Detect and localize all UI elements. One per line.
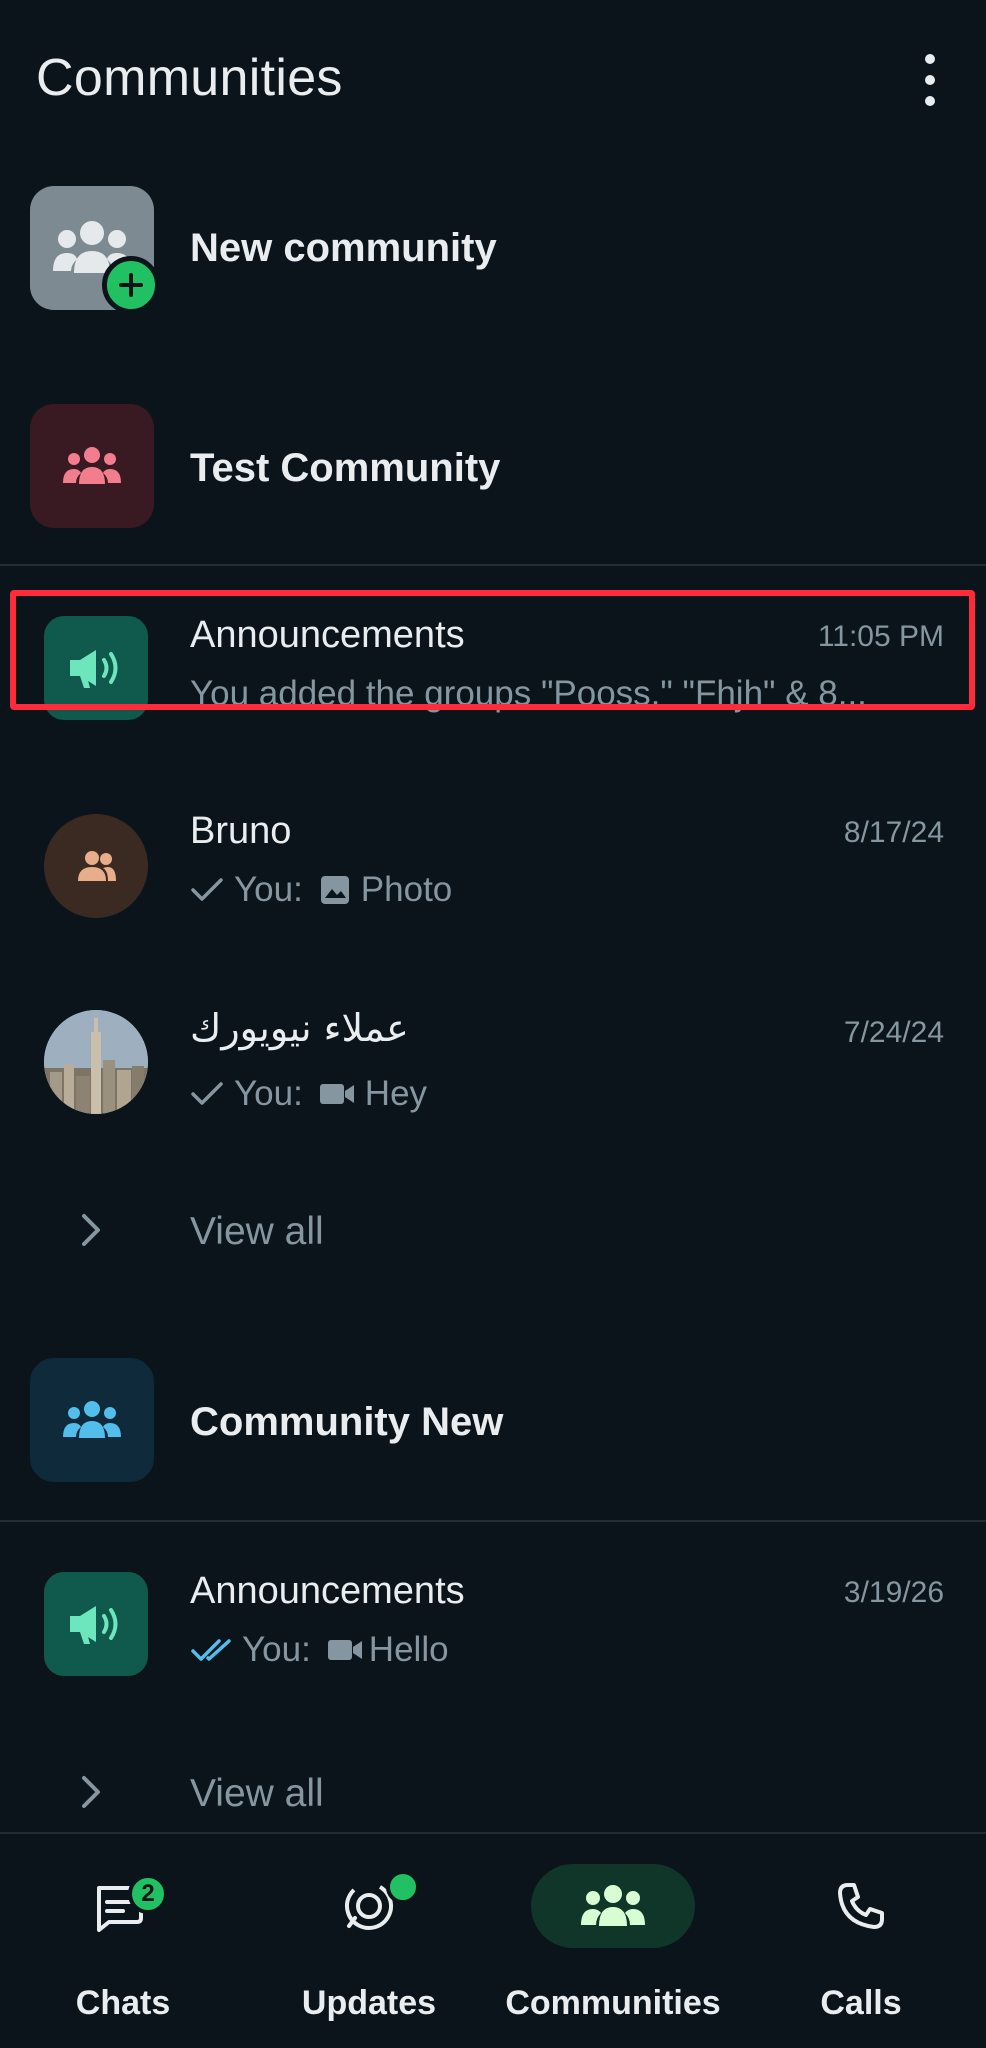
- chat-time: 3/19/26: [843, 1576, 944, 1609]
- chat-row-announcements-2[interactable]: Announcements 3/19/26 You: Hello: [0, 1556, 986, 1706]
- updates-indicator-dot: [386, 1870, 420, 1904]
- double-check-icon: [191, 1639, 231, 1661]
- group-photo-avatar: [44, 1010, 148, 1114]
- community-name: Test Community: [190, 446, 501, 490]
- community-group-icon: [63, 1401, 121, 1438]
- nav-label: Updates: [301, 1984, 437, 2022]
- nav-label: Communities: [505, 1984, 721, 2022]
- divider: [0, 564, 986, 566]
- highlight-box: [10, 590, 975, 710]
- announcements-avatar: [44, 1572, 148, 1676]
- video-icon: [319, 1084, 354, 1104]
- nav-tab-chats[interactable]: 2 Chats: [0, 1834, 246, 2048]
- nav-tab-updates[interactable]: Updates: [246, 1834, 492, 2048]
- preview-text: Photo: [360, 870, 453, 909]
- community-avatar: [30, 1358, 154, 1482]
- nav-tab-communities[interactable]: Communities: [490, 1834, 736, 2048]
- preview-text: Hello: [368, 1630, 449, 1669]
- more-options-icon[interactable]: [912, 54, 948, 106]
- megaphone-icon: [70, 1606, 118, 1644]
- new-community-label: New community: [190, 226, 497, 270]
- photo-icon: [320, 876, 349, 904]
- unread-badge: 2: [128, 1874, 168, 1914]
- preview-prefix: You:: [234, 870, 303, 909]
- preview-text: Hey: [364, 1074, 428, 1113]
- preview-prefix: You:: [242, 1630, 311, 1669]
- plus-icon: [102, 256, 160, 314]
- phone-icon: [779, 1864, 943, 1948]
- community-header-new[interactable]: Community New: [0, 1358, 986, 1488]
- group-icon: [78, 851, 116, 881]
- preview-prefix: You:: [234, 1074, 303, 1113]
- nav-tab-calls[interactable]: Calls: [736, 1834, 986, 2048]
- bruno-avatar: [44, 814, 148, 918]
- divider: [0, 1520, 986, 1522]
- chat-time: 8/17/24: [843, 816, 944, 849]
- community-header-test[interactable]: Test Community: [0, 404, 986, 534]
- updates-icon: [287, 1864, 451, 1948]
- chat-name: Bruno: [190, 810, 292, 852]
- chat-row-new-york-clients[interactable]: عملاء نيويورك 7/24/24 You: Hey: [0, 1002, 986, 1152]
- view-all-community-new[interactable]: View all: [0, 1754, 986, 1834]
- community-group-icon: [63, 447, 121, 484]
- check-icon: [191, 1082, 223, 1105]
- chat-name: Announcements: [190, 1570, 465, 1612]
- chat-time: 7/24/24: [843, 1016, 944, 1049]
- chats-icon: [41, 1864, 205, 1948]
- view-all-test-community[interactable]: View all: [0, 1192, 986, 1272]
- chat-preview: You: Photo: [190, 870, 452, 910]
- new-community-row[interactable]: New community: [0, 186, 986, 316]
- nav-label: Chats: [75, 1984, 171, 2022]
- chat-preview: You: Hello: [190, 1630, 449, 1670]
- view-all-label: View all: [190, 1772, 324, 1815]
- chat-row-bruno[interactable]: Bruno 8/17/24 You: Photo: [0, 798, 986, 948]
- chevron-right-icon: [82, 1214, 100, 1246]
- nav-label: Calls: [820, 1984, 902, 2022]
- chevron-right-icon: [82, 1776, 100, 1808]
- city-skyline-image: [44, 1010, 148, 1114]
- app-header: Communities: [0, 0, 986, 160]
- page-title: Communities: [36, 49, 343, 107]
- view-all-label: View all: [190, 1210, 324, 1253]
- bottom-navigation: 2 Chats Updates Communities Calls: [0, 1832, 986, 2048]
- chat-preview: You: Hey: [190, 1074, 427, 1114]
- community-avatar: [30, 404, 154, 528]
- check-icon: [191, 878, 223, 901]
- communities-icon: [531, 1864, 695, 1948]
- chat-name: عملاء نيويورك: [190, 1006, 409, 1050]
- community-name: Community New: [190, 1400, 504, 1444]
- video-icon: [327, 1640, 362, 1660]
